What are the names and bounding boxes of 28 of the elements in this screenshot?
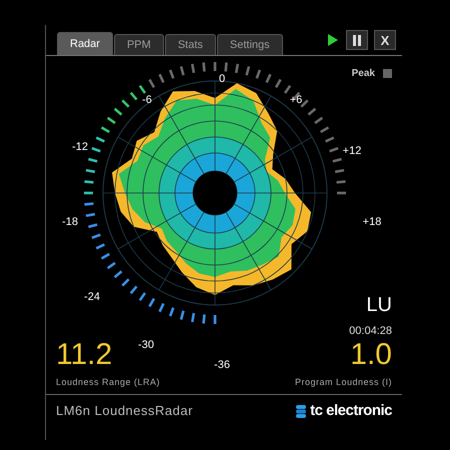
logo-icon [296,404,306,418]
play-button[interactable] [326,32,340,48]
tab[interactable]: Radar [57,32,113,55]
unit-label: LU [366,295,392,315]
scale-label: -18 [62,217,78,228]
pause-button[interactable] [346,30,368,50]
close-button[interactable]: X [374,30,396,50]
tab[interactable]: Settings [216,34,283,55]
product-name: LM6n LoudnessRadar [56,402,193,420]
scale-label: +18 [362,217,382,228]
scale-label: -12 [72,142,88,153]
scale-label: -6 [142,95,152,106]
scale-label: +12 [342,146,362,157]
scale-label: -30 [138,340,154,351]
readout-label: Loudness Range (LRA) [56,376,160,389]
readout-label: Program Loudness (I) [294,376,392,389]
pause-icon [353,34,361,46]
readout-value: 11.2 [56,340,112,370]
tab[interactable]: PPM [114,34,164,55]
scale-label: -24 [84,292,100,303]
brand-name: tc electronic [310,400,392,421]
tab[interactable]: Stats [164,34,216,55]
peak-label: Peak [352,67,375,81]
scale-label: -36 [214,360,230,371]
scale-label: +6 [290,95,302,106]
readout-value: 1.0 [350,340,392,370]
scale-label: 0 [218,74,226,85]
elapsed-time: 00:04:28 [349,324,392,339]
